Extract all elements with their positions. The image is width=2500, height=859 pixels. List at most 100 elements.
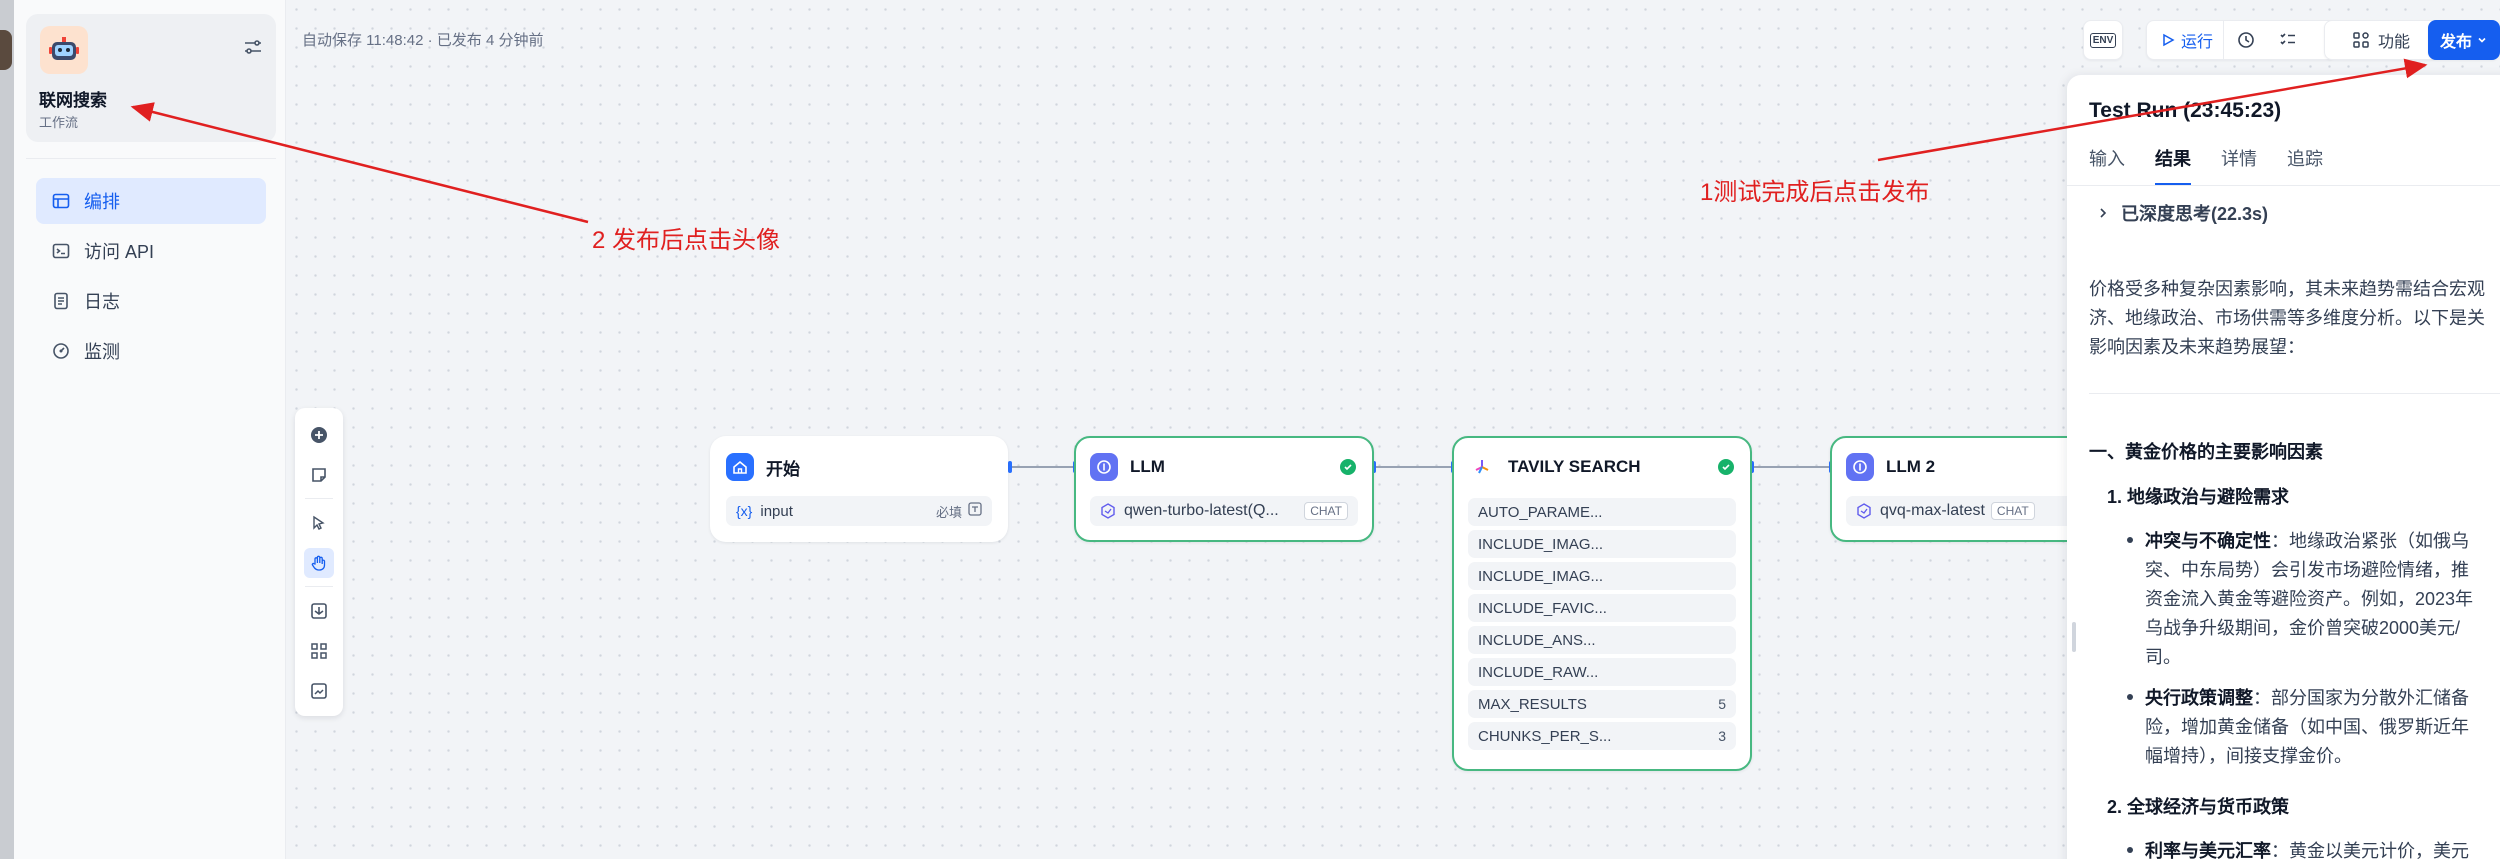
export-image-icon[interactable] <box>304 596 334 626</box>
bullet-text: 幅增持），间接支撑金价。 <box>2145 746 2352 766</box>
output-port[interactable] <box>1008 461 1012 473</box>
publish-button[interactable]: 发布 <box>2428 20 2500 60</box>
chevron-down-icon <box>2478 37 2486 43</box>
node-title: 开始 <box>766 459 800 479</box>
thinking-toggle[interactable]: 已深度思考(22.3s) <box>2097 200 2268 226</box>
node-title: LLM 2 <box>1886 457 1936 476</box>
required-label: 必填 <box>935 504 962 520</box>
env-button[interactable]: ENV <box>2083 20 2123 60</box>
bullet-text: 央行政策调整：部分国家为分散外汇储备 <box>2145 688 2469 708</box>
autosave-status: 自动保存 11:48:42 · 已发布 4 分钟前 <box>302 32 544 49</box>
sidebar: 联网搜索 工作流 编排 访问 API 日志 监测 <box>0 0 286 859</box>
log-icon <box>52 292 70 310</box>
tab-detail[interactable]: 详情 <box>2221 145 2257 185</box>
app-type: 工作流 <box>39 115 79 130</box>
bullet-text: 冲突与不确定性：地缘政治紧张（如俄乌 <box>2145 531 2469 551</box>
app-info-card[interactable]: 联网搜索 工作流 <box>26 14 276 142</box>
node-title: TAVILY SEARCH <box>1508 457 1641 476</box>
model-row[interactable]: qwen-turbo-latest(Q... CHAT <box>1090 496 1358 526</box>
pointer-icon[interactable] <box>304 508 334 538</box>
tavily-icon <box>1468 453 1496 481</box>
terminal-icon <box>52 242 70 260</box>
tab-result[interactable]: 结果 <box>2155 145 2191 185</box>
mode-tag: CHAT <box>1304 502 1348 520</box>
edge <box>1010 466 1076 468</box>
result-text: 影响因素及未来趋势展望： <box>2089 337 2305 357</box>
divider <box>26 158 276 159</box>
node-title: LLM <box>1130 457 1165 476</box>
result-text: 济、地缘政治、市场供需等多维度分析。以下是关 <box>2089 308 2485 328</box>
section-heading: 一、黄金价格的主要影响因素 <box>2089 442 2323 462</box>
annotation-text: 2 发布后点击头像 <box>592 227 781 254</box>
start-variable-row[interactable]: {x} input 必填 <box>726 496 992 526</box>
sidebar-item-orchestrate[interactable]: 编排 <box>36 178 266 224</box>
bullet-text: 利率与美元汇率：黄金以美元计价，美元 <box>2145 841 2469 859</box>
publish-label: 发布 <box>2439 34 2472 51</box>
canvas-toolbar <box>295 408 343 716</box>
features-icon <box>2353 32 2369 48</box>
robot-icon <box>49 37 79 60</box>
app-avatar[interactable] <box>40 26 88 74</box>
node-llm[interactable]: LLM qwen-turbo-latest(Q... CHAT <box>1074 436 1374 542</box>
add-node-icon[interactable] <box>304 420 334 450</box>
annotation-text: 1测试完成后点击发布 <box>1700 179 1930 206</box>
panel-resize-handle[interactable] <box>2072 622 2076 652</box>
success-check-icon <box>1340 459 1356 475</box>
sidebar-item-logs[interactable]: 日志 <box>36 278 266 324</box>
llm-icon <box>1090 453 1118 481</box>
edge <box>1752 466 1832 468</box>
sidebar-item-api[interactable]: 访问 API <box>36 228 266 274</box>
play-icon <box>2163 33 2175 47</box>
param-row[interactable]: AUTO_PARAME... <box>1468 498 1736 526</box>
bullet-text: 突、中东局势）会引发市场避险情绪，推 <box>2145 560 2469 580</box>
bullet-text: 险，增加黄金储备（如中国、俄罗斯近年 <box>2145 717 2469 737</box>
sidebar-item-monitor[interactable]: 监测 <box>36 328 266 374</box>
panel-tabs: 输入 结果 详情 追踪 <box>2089 145 2353 185</box>
param-row[interactable]: INCLUDE_ANS... <box>1468 626 1736 654</box>
model-name: qwen-turbo-latest(Q... <box>1124 502 1279 519</box>
param-row[interactable]: CHUNKS_PER_S... 3 <box>1468 722 1736 750</box>
param-row[interactable]: INCLUDE_IMAG... <box>1468 530 1736 558</box>
bullet-text: 司。 <box>2145 647 2181 667</box>
param-row[interactable]: INCLUDE_FAVIC... <box>1468 594 1736 622</box>
history-icon[interactable] <box>2224 31 2268 49</box>
window-edge <box>0 0 14 859</box>
minimap-icon[interactable] <box>304 676 334 706</box>
divider <box>2067 185 2500 186</box>
subsection-heading: 2. 全球经济与货币政策 <box>2107 797 2290 817</box>
model-provider-icon <box>1100 503 1116 519</box>
sidebar-item-label: 监测 <box>84 342 120 362</box>
sliders-icon[interactable] <box>242 36 264 58</box>
node-tavily-search[interactable]: TAVILY SEARCH AUTO_PARAME... INCLUDE_IMA… <box>1452 436 1752 771</box>
env-icon: ENV <box>2089 32 2117 48</box>
param-row[interactable]: MAX_RESULTS 5 <box>1468 690 1736 718</box>
param-row[interactable]: INCLUDE_IMAG... <box>1468 562 1736 590</box>
checklist-icon[interactable] <box>2268 31 2308 49</box>
monitor-icon <box>52 342 70 360</box>
organize-icon[interactable] <box>304 636 334 666</box>
mode-tag: CHAT <box>1990 502 2035 520</box>
run-button[interactable]: 运行 <box>2147 21 2225 59</box>
test-run-panel: Test Run (23:45:23) 输入 结果 详情 追踪 已深度思考(22… <box>2067 75 2500 859</box>
model-provider-icon <box>1856 503 1872 519</box>
sidebar-nav: 编排 访问 API 日志 监测 <box>36 178 266 378</box>
layout-icon <box>52 192 70 210</box>
variable-name: input <box>760 502 793 520</box>
tab-input[interactable]: 输入 <box>2089 145 2125 185</box>
bullet-text: 乌战争升级期间，金价曾突破2000美元/ <box>2145 618 2461 638</box>
chevron-right-icon <box>2100 208 2107 218</box>
model-name: qvq-max-latest <box>1880 502 1985 519</box>
node-start[interactable]: 开始 {x} input 必填 <box>710 436 1008 542</box>
home-icon <box>726 453 754 481</box>
features-button[interactable]: 功能 <box>2324 20 2438 60</box>
hand-icon[interactable] <box>304 548 334 578</box>
tab-trace[interactable]: 追踪 <box>2287 145 2323 185</box>
success-check-icon <box>1718 459 1734 475</box>
add-note-icon[interactable] <box>304 460 334 490</box>
variable-icon: {x} <box>736 503 753 519</box>
edge <box>1374 466 1454 468</box>
bullet-text: 资金流入黄金等避险资产。例如，2023年 <box>2145 589 2474 609</box>
features-label: 功能 <box>2377 34 2410 51</box>
param-row[interactable]: INCLUDE_RAW... <box>1468 658 1736 686</box>
run-label: 运行 <box>2181 34 2214 51</box>
